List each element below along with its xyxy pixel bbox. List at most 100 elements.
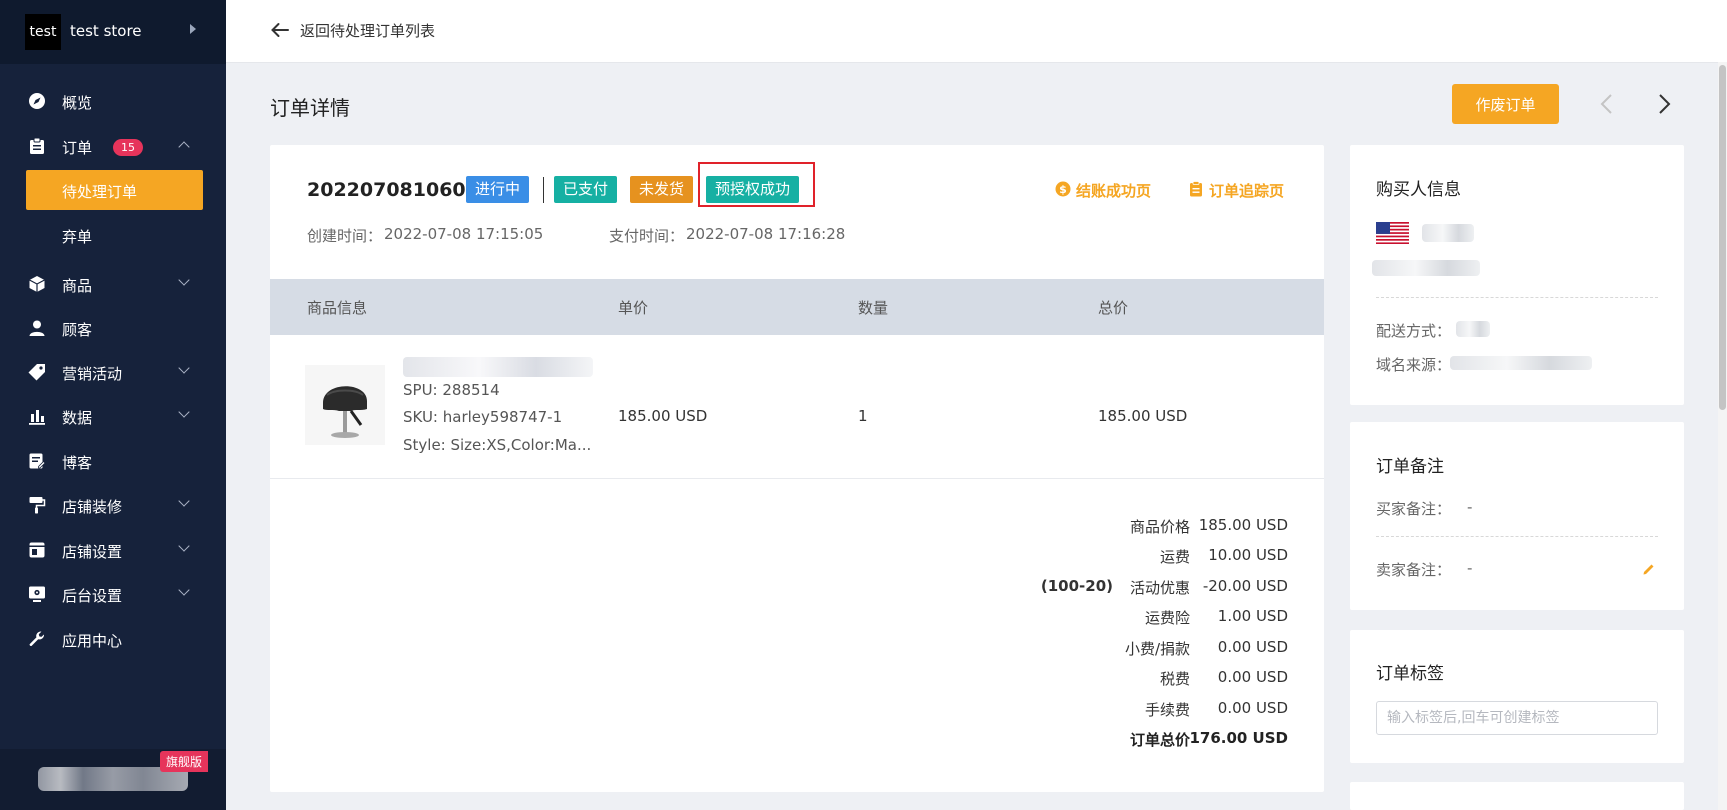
tag-input[interactable]	[1376, 701, 1658, 735]
summary-label-tip: 小费/捐款	[1124, 640, 1190, 658]
promo-code: (100-20)	[1040, 577, 1113, 595]
product-thumbnail[interactable]	[305, 365, 385, 445]
summary-label-tax: 税费	[1159, 670, 1190, 688]
document-edit-icon	[29, 453, 46, 469]
column-header: 单价	[618, 299, 649, 317]
summary-value-fee: 0.00 USD	[1217, 699, 1288, 717]
divider	[543, 177, 544, 203]
summary-label-shipping-insurance: 运费险	[1144, 609, 1190, 627]
quantity: 1	[858, 407, 868, 425]
shipping-method-redacted	[1456, 321, 1490, 337]
buyer-info-card: 购买人信息 配送方式： 域名来源：	[1350, 145, 1684, 405]
sidebar-subitem-abandoned[interactable]: 弃单	[26, 215, 203, 255]
compass-icon	[29, 93, 45, 109]
unit-price: 185.00 USD	[618, 407, 708, 425]
store-switcher[interactable]: test test store	[0, 0, 226, 64]
chevron-up-icon	[178, 141, 190, 153]
chevron-left-icon[interactable]	[1595, 92, 1619, 116]
product-sku: SKU: harley598747-1	[403, 408, 563, 426]
chevron-down-icon	[178, 362, 190, 374]
paint-roller-icon	[29, 497, 46, 514]
sidebar-item-blog[interactable]: 博客	[0, 441, 226, 481]
buyer-name-redacted	[1422, 224, 1474, 242]
sidebar-item-label: 店铺设置	[62, 543, 123, 561]
sidebar-item-products[interactable]: 商品	[0, 264, 226, 304]
created-time: 2022-07-08 17:15:05	[384, 225, 544, 243]
box-icon	[29, 276, 45, 292]
chevron-down-icon	[178, 540, 190, 552]
helmet-image	[323, 386, 367, 438]
page-title: 订单详情	[270, 96, 350, 120]
card-title: 订单标签	[1376, 664, 1444, 684]
paid-time: 2022-07-08 17:16:28	[686, 225, 846, 243]
dollar-circle-icon: $	[1055, 181, 1071, 197]
caret-right-icon	[190, 24, 196, 34]
checkout-success-page-link[interactable]: 结账成功页	[1076, 180, 1151, 201]
summary-label-fee: 手续费	[1144, 701, 1190, 719]
sidebar-item-overview[interactable]: 概览	[0, 81, 226, 121]
void-order-button[interactable]: 作废订单	[1452, 84, 1559, 124]
sidebar-item-label: 顾客	[62, 321, 93, 339]
storefront-icon	[29, 542, 45, 558]
order-number: 2022070810607	[307, 179, 479, 201]
sidebar-subitem-pending-orders[interactable]: 待处理订单	[26, 170, 203, 210]
clipboard-icon	[1190, 181, 1202, 197]
seller-note-value: -	[1467, 559, 1473, 577]
buyer-note-label: 买家备注：	[1376, 500, 1452, 518]
sidebar-item-store-settings[interactable]: 店铺设置	[0, 530, 226, 570]
sidebar-item-marketing[interactable]: 营销活动	[0, 352, 226, 392]
sidebar-item-customers[interactable]: 顾客	[0, 308, 226, 348]
chevron-down-icon	[178, 584, 190, 596]
summary-value-discount: -20.00 USD	[1202, 577, 1288, 595]
sidebar-item-data[interactable]: 数据	[0, 396, 226, 436]
divider	[270, 478, 1324, 479]
chevron-right-icon[interactable]	[1652, 92, 1676, 116]
bar-chart-icon	[29, 410, 45, 425]
sidebar-item-label: 应用中心	[62, 632, 123, 650]
column-header: 商品信息	[307, 299, 368, 317]
sidebar-item-orders[interactable]: 订单 15	[0, 126, 226, 166]
arrow-left-icon[interactable]	[270, 21, 290, 39]
order-tags-card: 订单标签	[1350, 630, 1684, 763]
sidebar: test test store 概览 订单 15 待处理订单 弃单 商品 顾客 …	[0, 0, 226, 810]
domain-source-redacted	[1450, 356, 1592, 370]
scrollbar-thumb[interactable]	[1719, 65, 1726, 410]
order-card: 2022070810607 进行中 已支付 未发货 预授权成功 $ 结账成功页 …	[270, 145, 1324, 792]
summary-value-total: 176.00 USD	[1189, 729, 1288, 747]
chevron-down-icon	[178, 406, 190, 418]
store-logo: test	[25, 14, 61, 50]
seller-note-label: 卖家备注：	[1376, 561, 1452, 579]
summary-label-total: 订单总价	[1129, 731, 1190, 749]
sidebar-item-admin-settings[interactable]: 后台设置	[0, 574, 226, 614]
summary-value-tax: 0.00 USD	[1217, 668, 1288, 686]
clipboard-icon	[30, 137, 44, 154]
pencil-icon[interactable]	[1642, 562, 1656, 576]
paid-time-label: 支付时间：	[609, 227, 685, 245]
order-notes-card: 订单备注 买家备注： - 卖家备注： -	[1350, 422, 1684, 610]
summary-value-shipping: 10.00 USD	[1208, 546, 1288, 564]
chevron-down-icon	[178, 495, 190, 507]
us-flag-icon	[1376, 222, 1409, 244]
status-badge-unshipped: 未发货	[630, 176, 694, 203]
sidebar-item-label: 后台设置	[62, 587, 123, 605]
created-time-label: 创建时间：	[307, 227, 383, 245]
sidebar-item-app-center[interactable]: 应用中心	[0, 619, 226, 659]
sidebar-item-label: 数据	[62, 409, 93, 427]
sidebar-item-store-design[interactable]: 店铺装修	[0, 485, 226, 525]
chevron-down-icon	[178, 274, 190, 286]
next-card	[1350, 782, 1684, 810]
product-title-redacted	[403, 357, 593, 377]
svg-text:$: $	[1059, 183, 1067, 196]
sidebar-subitem-label: 待处理订单	[62, 183, 138, 201]
order-count-badge: 15	[113, 139, 143, 156]
store-name: test store	[70, 22, 142, 40]
table-header: 商品信息 单价 数量 总价	[270, 279, 1324, 335]
order-tracking-page-link[interactable]: 订单追踪页	[1209, 180, 1284, 201]
divider	[1376, 297, 1658, 298]
top-bar	[226, 0, 1727, 63]
sidebar-item-label: 商品	[62, 277, 93, 295]
card-title: 订单备注	[1376, 457, 1444, 477]
back-to-pending-orders-link[interactable]: 返回待处理订单列表	[300, 20, 435, 41]
shipping-method-label: 配送方式：	[1376, 322, 1452, 340]
summary-value-subtotal: 185.00 USD	[1198, 516, 1288, 534]
